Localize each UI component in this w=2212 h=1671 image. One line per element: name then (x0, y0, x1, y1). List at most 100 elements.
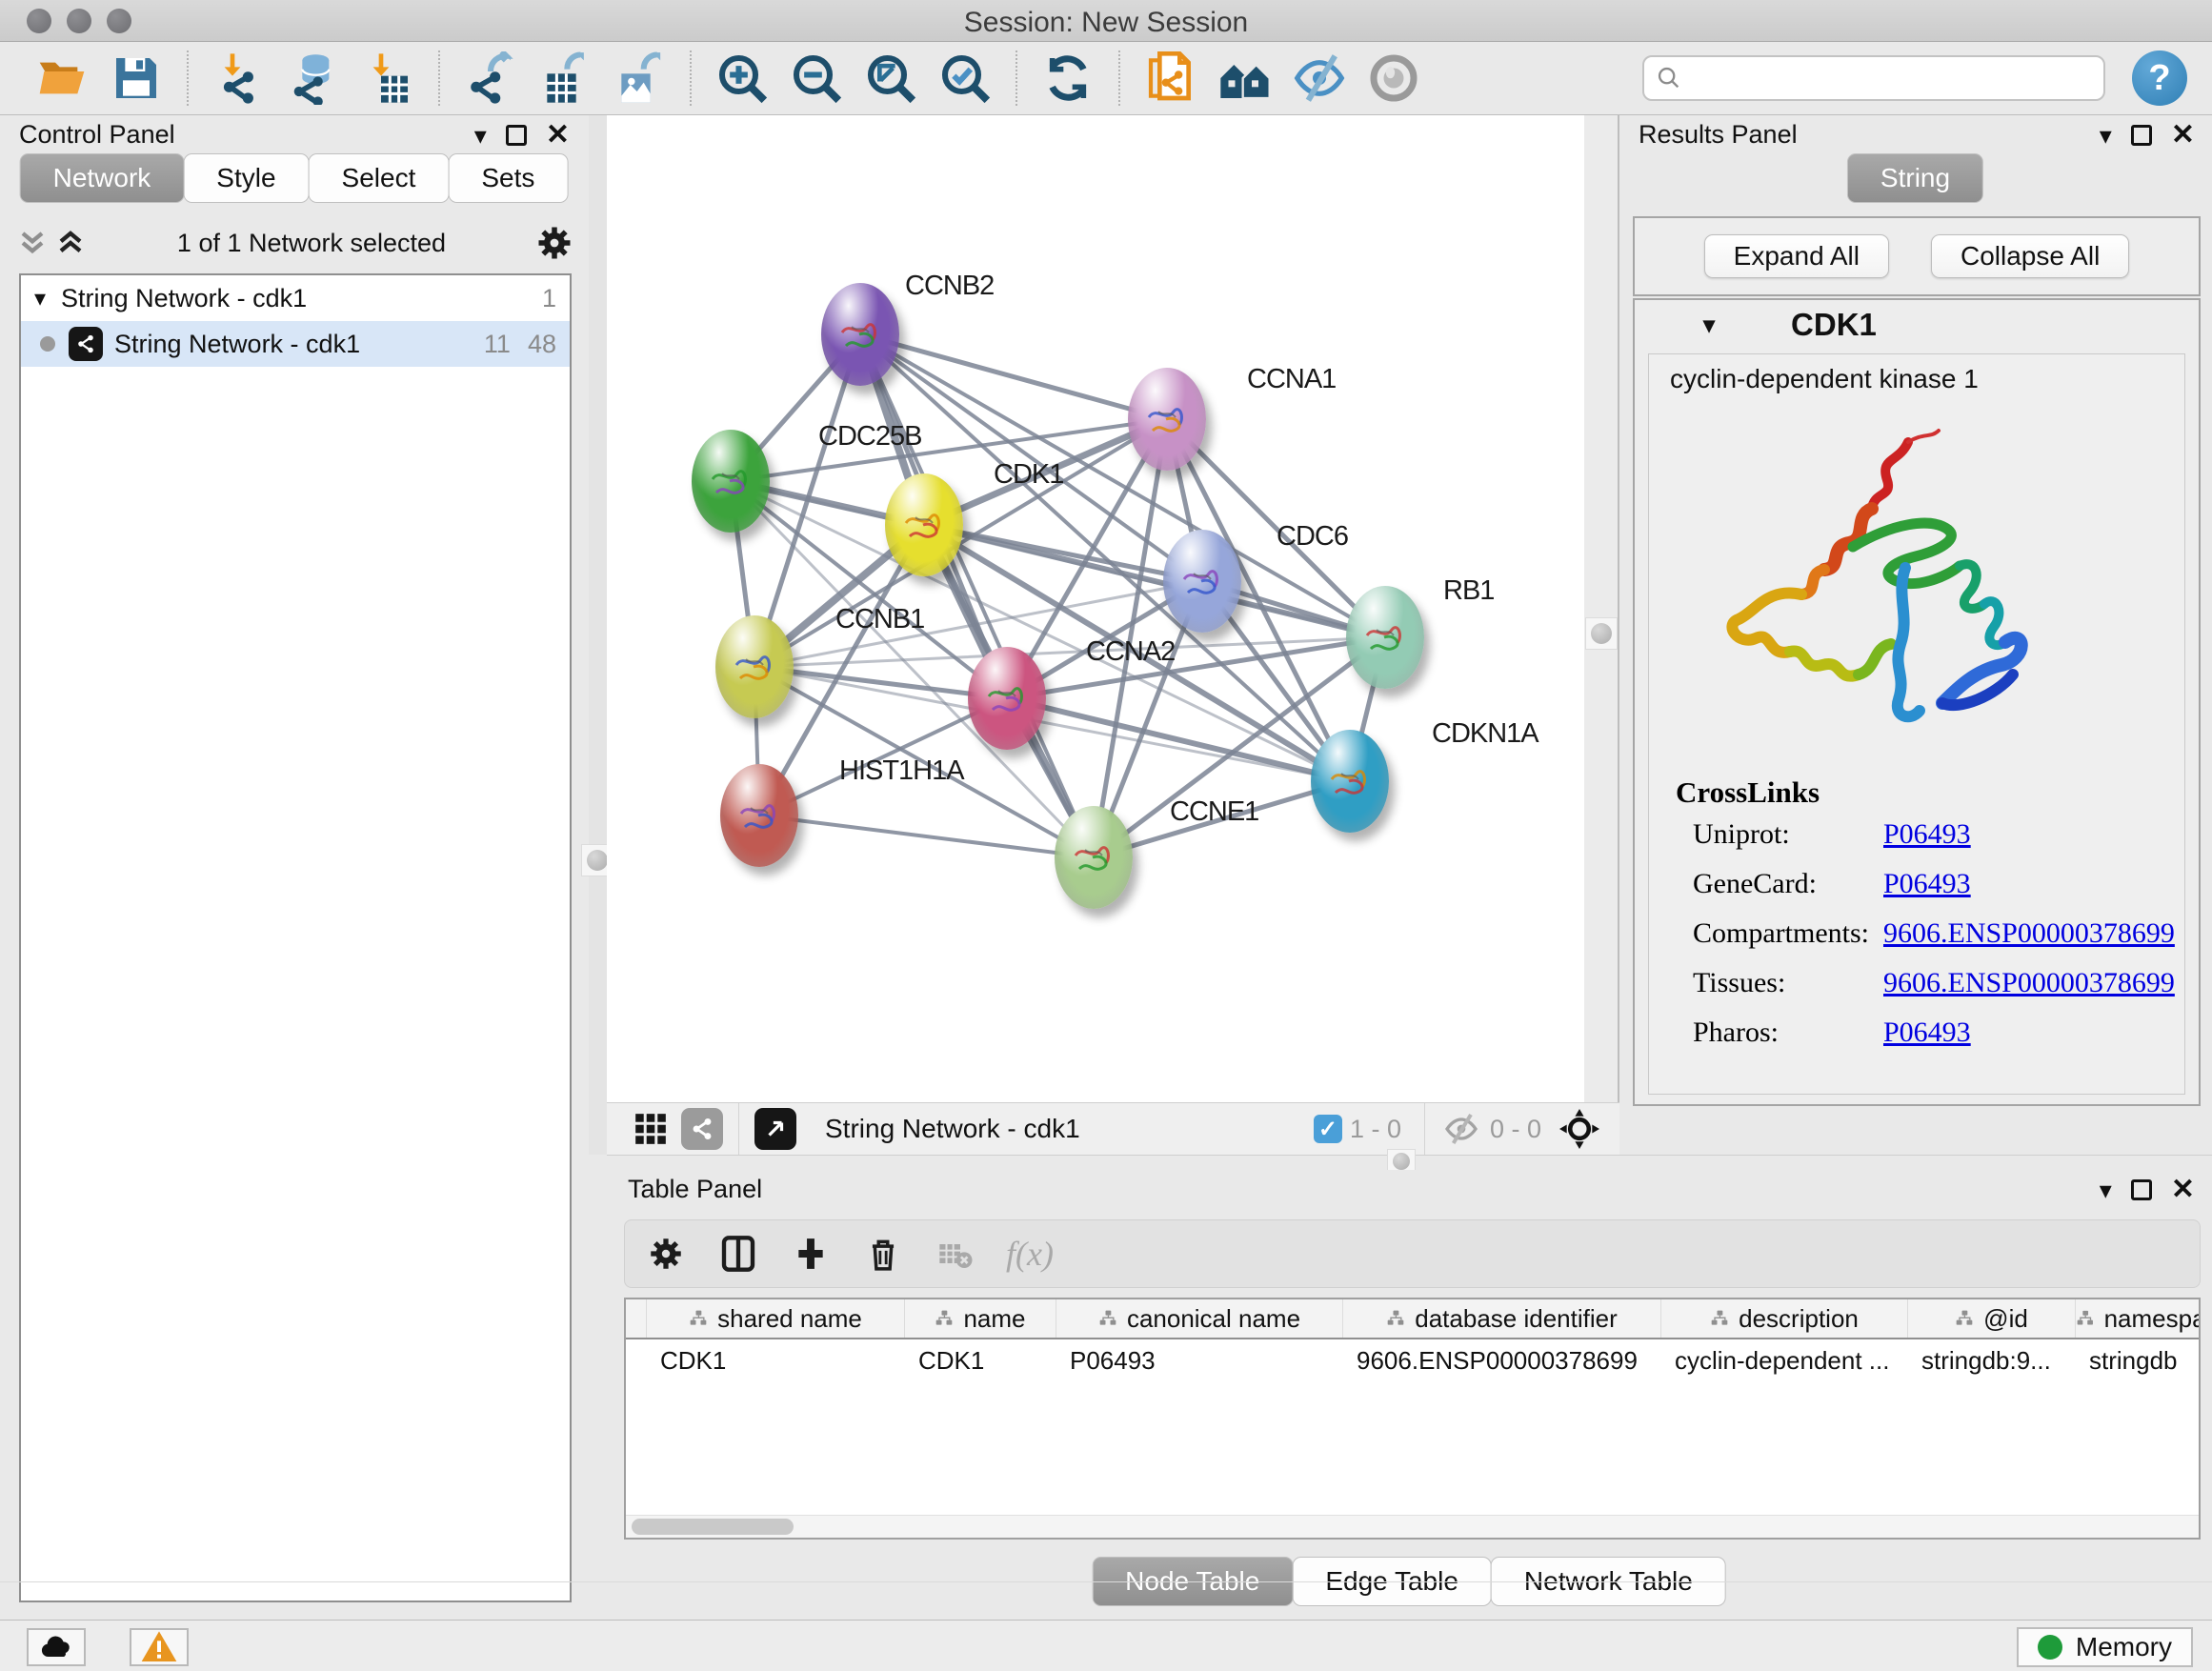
open-session-button[interactable] (30, 49, 93, 108)
crosslink-link[interactable]: P06493 (1883, 868, 1971, 900)
node-CCNB1[interactable] (715, 615, 794, 718)
zoom-fit-button[interactable] (859, 49, 922, 108)
zoom-selected-button[interactable] (934, 49, 996, 108)
network-view-canvas[interactable]: CCNB2CCNA1CDC25BCDK1CDC6RB1CCNB1CCNA2CDK… (607, 115, 1584, 1102)
cell-name[interactable]: CDK1 (905, 1346, 1056, 1376)
collapse-all-button[interactable]: Collapse All (1931, 234, 2129, 278)
row-gutter (626, 1299, 647, 1338)
network-view-toolbar: String Network - cdk1 ✓ 1 - 0 0 - 0 (607, 1102, 1619, 1155)
panel-menu-icon[interactable]: ▾ (2100, 123, 2112, 148)
preview-eye-button[interactable] (1362, 49, 1425, 108)
scrollbar-thumb[interactable] (632, 1519, 794, 1535)
tab-string[interactable]: String (1847, 153, 1983, 203)
expand-all-icon[interactable] (51, 224, 90, 262)
table-options-gear-icon[interactable] (644, 1232, 688, 1276)
network-row[interactable]: String Network - cdk1 11 48 (21, 321, 570, 367)
panel-menu-icon[interactable]: ▾ (474, 123, 487, 148)
panel-close-icon[interactable]: ✕ (2171, 1176, 2195, 1204)
node-CCNB2[interactable] (821, 283, 899, 386)
export-image-button[interactable] (608, 49, 671, 108)
import-table-file-button[interactable] (356, 49, 419, 108)
selected-count-checkbox[interactable]: ✓ (1314, 1115, 1342, 1143)
import-network-file-button[interactable] (208, 49, 271, 108)
crosslink-link[interactable]: P06493 (1883, 818, 1971, 851)
warnings-button[interactable] (130, 1628, 189, 1666)
node-CDKN1A[interactable] (1311, 730, 1389, 833)
node-CDC6[interactable] (1163, 530, 1241, 633)
detach-view-button[interactable] (754, 1108, 796, 1150)
crosslink-link[interactable]: 9606.ENSP00000378699 (1883, 967, 2175, 999)
protein-details: cyclin-dependent kinase 1 (1648, 353, 2185, 1095)
save-session-button[interactable] (105, 49, 168, 108)
panel-float-icon[interactable] (2131, 125, 2152, 146)
node-CDK1[interactable] (885, 473, 963, 576)
tab-sets[interactable]: Sets (448, 153, 568, 203)
help-button[interactable]: ? (2132, 50, 2187, 106)
import-network-database-button[interactable] (282, 49, 345, 108)
collection-expander-icon[interactable]: ▾ (34, 285, 46, 312)
network-collection-row[interactable]: ▾ String Network - cdk1 1 (21, 275, 570, 321)
search-input[interactable] (1682, 64, 2082, 93)
refresh-layout-button[interactable] (1036, 49, 1099, 108)
node-CCNA2[interactable] (968, 647, 1046, 750)
protein-section-header[interactable]: ▾ CDK1 (1635, 300, 2199, 350)
create-column-icon[interactable] (789, 1232, 833, 1276)
panel-close-icon[interactable]: ✕ (546, 121, 570, 150)
show-columns-icon[interactable] (716, 1232, 760, 1276)
panel-float-icon[interactable] (2131, 1179, 2152, 1200)
crosslinks-section: CrossLinks Uniprot:P06493GeneCard:P06493… (1649, 775, 2184, 1057)
expand-all-button[interactable]: Expand All (1704, 234, 1889, 278)
panel-float-icon[interactable] (506, 125, 527, 146)
function-builder-icon[interactable]: f(x) (1006, 1234, 1054, 1274)
tab-select[interactable]: Select (309, 153, 450, 203)
right-divider-grip[interactable] (1585, 617, 1618, 650)
cloud-status-button[interactable] (27, 1628, 86, 1666)
crosslink-row: Tissues:9606.ENSP00000378699 (1649, 958, 2184, 1008)
crosslink-link[interactable]: P06493 (1883, 1017, 1971, 1049)
tab-network[interactable]: Network (20, 153, 185, 203)
search-box[interactable] (1642, 55, 2105, 101)
node-HIST1H1A[interactable] (720, 764, 798, 867)
protein-section: ▾ CDK1 cyclin-dependent kinase 1 (1633, 298, 2201, 1106)
export-network-button[interactable] (459, 49, 522, 108)
table-row[interactable]: CDK1CDK1P064939606.ENSP00000378699cyclin… (626, 1339, 2199, 1381)
network-overview-share-button[interactable] (681, 1108, 723, 1150)
column-header-name[interactable]: name (905, 1299, 1056, 1338)
node-CCNA1[interactable] (1128, 368, 1206, 471)
table-horizontal-scrollbar[interactable] (626, 1515, 2199, 1538)
network-options-gear-icon[interactable] (533, 222, 575, 264)
cell-namespace[interactable]: stringdb (2076, 1346, 2201, 1376)
cell-database-identifier[interactable]: 9606.ENSP00000378699 (1343, 1346, 1661, 1376)
panel-close-icon[interactable]: ✕ (2171, 121, 2195, 150)
delete-table-icon[interactable] (934, 1232, 977, 1276)
panel-menu-icon[interactable]: ▾ (2100, 1178, 2112, 1202)
column-header-namespace[interactable]: namespace (2076, 1299, 2201, 1338)
node-RB1[interactable] (1346, 586, 1424, 689)
memory-button[interactable]: Memory (2017, 1627, 2193, 1667)
string-protein-query-button[interactable] (1214, 49, 1277, 108)
export-table-button[interactable] (533, 49, 596, 108)
crosslink-link[interactable]: 9606.ENSP00000378699 (1883, 917, 2175, 950)
column-header--id[interactable]: @id (1908, 1299, 2076, 1338)
cell-shared-name[interactable]: CDK1 (647, 1346, 905, 1376)
section-expander-icon[interactable]: ▾ (1703, 312, 1715, 339)
zoom-in-button[interactable] (711, 49, 774, 108)
fit-selected-crosshair-button[interactable] (1558, 1108, 1600, 1150)
string-document-button[interactable] (1139, 49, 1202, 108)
delete-column-icon[interactable] (861, 1232, 905, 1276)
column-header-canonical-name[interactable]: canonical name (1056, 1299, 1343, 1338)
zoom-out-button[interactable] (785, 49, 848, 108)
column-header-database-identifier[interactable]: database identifier (1343, 1299, 1661, 1338)
column-header-shared-name[interactable]: shared name (647, 1299, 905, 1338)
cell-canonical-name[interactable]: P06493 (1056, 1346, 1343, 1376)
left-panel-divider[interactable] (589, 115, 607, 1155)
collapse-all-icon[interactable] (13, 224, 51, 262)
cell-description[interactable]: cyclin-dependent ... (1661, 1346, 1908, 1376)
birds-eye-view-button[interactable] (630, 1108, 672, 1150)
node-CDC25B[interactable] (692, 430, 770, 533)
column-header-description[interactable]: description (1661, 1299, 1908, 1338)
hide-selected-button[interactable] (1288, 49, 1351, 108)
tab-style[interactable]: Style (183, 153, 309, 203)
cell--id[interactable]: stringdb:9... (1908, 1346, 2076, 1376)
node-CCNE1[interactable] (1055, 806, 1133, 909)
